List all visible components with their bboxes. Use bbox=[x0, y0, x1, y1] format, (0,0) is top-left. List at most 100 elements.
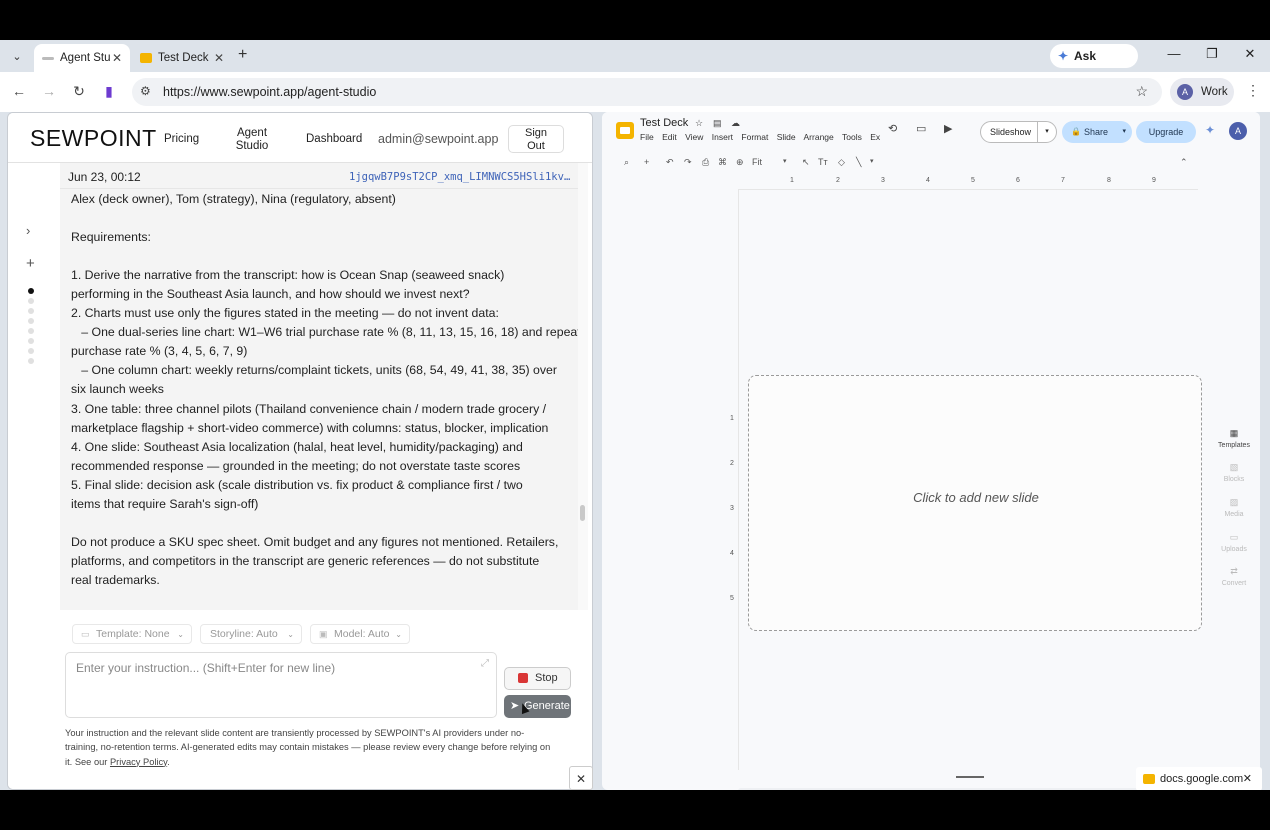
close-panel-icon[interactable]: ✕ bbox=[569, 766, 593, 790]
back-icon[interactable]: ← bbox=[10, 83, 28, 99]
menu-edit[interactable]: Edit bbox=[662, 132, 677, 142]
account-avatar[interactable]: A bbox=[1229, 122, 1247, 140]
menu-view[interactable]: View bbox=[685, 132, 703, 142]
nav-dot[interactable] bbox=[28, 338, 34, 344]
nav-dot[interactable] bbox=[28, 358, 34, 364]
close-tab-icon[interactable]: ✕ bbox=[112, 44, 122, 72]
tab-agent-studio[interactable]: Agent Stu ✕ bbox=[34, 44, 130, 72]
menu-file[interactable]: File bbox=[640, 132, 654, 142]
upgrade-button[interactable]: Upgrade bbox=[1136, 121, 1196, 143]
template-icon: ▭ bbox=[81, 629, 90, 639]
collapse-toolbar-icon[interactable]: ⌃ bbox=[1180, 157, 1188, 168]
chat-scrollbar[interactable] bbox=[578, 163, 588, 610]
new-tab-icon[interactable]: + bbox=[238, 46, 247, 64]
gemini-spark-icon[interactable]: ✦ bbox=[1205, 123, 1215, 137]
site-popup[interactable]: docs.google.com ✕ bbox=[1136, 767, 1262, 790]
slides-logo-icon[interactable] bbox=[616, 122, 634, 139]
site-info-icon[interactable]: ⚙ bbox=[140, 84, 151, 98]
template-select[interactable]: ▭ Template: None ⌄ bbox=[72, 624, 192, 644]
generate-button[interactable]: ➤ Generate bbox=[504, 695, 571, 718]
menu-format[interactable]: Format bbox=[741, 132, 768, 142]
chevron-down-icon[interactable]: ▾ bbox=[1037, 122, 1056, 142]
minimize-icon[interactable]: — bbox=[1164, 46, 1184, 61]
expand-chevron-icon[interactable]: › bbox=[26, 223, 30, 238]
sign-out-button[interactable]: Sign Out bbox=[508, 125, 564, 153]
slides-toolbar: Test Deck ☆ ▤ ☁ File Edit View Insert Fo… bbox=[602, 112, 1260, 152]
sidebar-convert[interactable]: ⇄ Convert bbox=[1212, 566, 1256, 587]
storyline-select[interactable]: Storyline: Auto ⌄ bbox=[200, 624, 302, 644]
chevron-down-icon[interactable]: ▾ bbox=[1122, 121, 1126, 143]
search-icon[interactable]: ⌕ bbox=[624, 157, 629, 168]
history-icon[interactable]: ⟲ bbox=[888, 122, 897, 135]
close-window-icon[interactable]: ✕ bbox=[1240, 46, 1260, 62]
meet-icon[interactable]: ▶ bbox=[944, 122, 952, 135]
zoom-icon[interactable]: ⊕ bbox=[736, 157, 744, 168]
slides-favicon-icon bbox=[1143, 774, 1155, 784]
menu-extensions[interactable]: Ex bbox=[870, 132, 880, 142]
nav-agent-studio[interactable]: Agent Studio bbox=[232, 127, 272, 153]
expand-icon[interactable]: ⤢ bbox=[481, 658, 489, 669]
restore-icon[interactable]: ❐ bbox=[1202, 46, 1222, 62]
nav-dot[interactable] bbox=[28, 288, 34, 294]
url-text[interactable]: https://www.sewpoint.app/agent-studio bbox=[163, 85, 376, 99]
sidebar-media[interactable]: ▨ Media bbox=[1212, 497, 1256, 518]
line-icon[interactable]: ╲ bbox=[856, 157, 861, 168]
text-box-icon[interactable]: Tт bbox=[818, 157, 828, 167]
scrollbar-thumb[interactable] bbox=[580, 505, 585, 521]
nav-dot[interactable] bbox=[28, 298, 34, 304]
nav-dot[interactable] bbox=[28, 318, 34, 324]
slideshow-button[interactable]: Slideshow ▾ bbox=[980, 121, 1057, 143]
nav-pricing[interactable]: Pricing bbox=[164, 133, 199, 146]
instruction-input[interactable]: Enter your instruction... (Shift+Enter f… bbox=[65, 652, 497, 718]
menu-insert[interactable]: Insert bbox=[712, 132, 733, 142]
paint-format-icon[interactable]: ⌘ bbox=[718, 157, 727, 168]
close-tab-icon[interactable]: ✕ bbox=[214, 44, 224, 72]
shape-icon[interactable]: ◇ bbox=[838, 157, 845, 168]
comment-icon[interactable]: ▭ bbox=[916, 122, 926, 135]
stop-button[interactable]: Stop bbox=[504, 667, 571, 690]
zoom-select[interactable]: Fit bbox=[752, 157, 762, 167]
sidebar-label: Blocks bbox=[1223, 476, 1245, 483]
nav-dot[interactable] bbox=[28, 308, 34, 314]
nav-dot[interactable] bbox=[28, 348, 34, 354]
message-meta: Jun 23, 00:12 1jgqwB7P9sT2CP_xmq_LIMNWCS… bbox=[60, 163, 582, 189]
bookmark-star-icon[interactable]: ☆ bbox=[1135, 83, 1148, 100]
menu-tools[interactable]: Tools bbox=[842, 132, 862, 142]
folder-icon[interactable]: ▤ bbox=[713, 118, 722, 129]
browser-menu-icon[interactable]: ⋮ bbox=[1246, 82, 1260, 99]
chevron-down-icon[interactable]: ▾ bbox=[783, 157, 787, 165]
select-icon[interactable]: ↖ bbox=[802, 157, 810, 168]
chevron-down-icon[interactable]: ▾ bbox=[870, 157, 874, 165]
menu-arrange[interactable]: Arrange bbox=[804, 132, 834, 142]
share-button[interactable]: 🔒 Share ▾ bbox=[1062, 121, 1132, 143]
new-slide-icon[interactable]: + bbox=[644, 157, 649, 167]
print-icon[interactable]: ⎙ bbox=[702, 157, 709, 168]
nav-dashboard[interactable]: Dashboard bbox=[306, 133, 362, 146]
sidebar-blocks[interactable]: ▧ Blocks bbox=[1212, 462, 1256, 483]
star-icon[interactable]: ☆ bbox=[695, 118, 703, 129]
tab-search-icon[interactable]: ⌄ bbox=[8, 48, 26, 66]
ask-gemini-button[interactable]: ✦ Ask Gemini bbox=[1050, 44, 1138, 87]
horizontal-scrollbar[interactable] bbox=[738, 788, 1198, 790]
close-popup-icon[interactable]: ✕ bbox=[1243, 767, 1252, 790]
address-bar[interactable]: ⚙ https://www.sewpoint.app/agent-studio … bbox=[132, 78, 1162, 106]
menu-slide[interactable]: Slide bbox=[777, 132, 796, 142]
sidebar-uploads[interactable]: ▭ Uploads bbox=[1212, 532, 1256, 553]
model-select[interactable]: ▣ Model: Auto ⌄ bbox=[310, 624, 410, 644]
redo-icon[interactable]: ↷ bbox=[684, 157, 692, 168]
extension-icon[interactable]: ▮ bbox=[100, 83, 118, 100]
sidebar-templates[interactable]: ▦ Templates bbox=[1212, 428, 1256, 449]
add-slide-placeholder[interactable]: Click to add new slide bbox=[748, 375, 1202, 631]
site-logo[interactable]: SEWPOINT bbox=[30, 125, 157, 152]
session-id-link[interactable]: 1jgqwB7P9sT2CP_xmq_LIMNWCS5HSli1kv6x0vi… bbox=[349, 171, 574, 183]
reload-icon[interactable]: ↻ bbox=[70, 83, 88, 100]
undo-icon[interactable]: ↶ bbox=[666, 157, 674, 168]
profile-button[interactable]: A Work bbox=[1170, 78, 1234, 106]
add-icon[interactable]: + bbox=[26, 255, 35, 272]
privacy-policy-link[interactable]: Privacy Policy bbox=[110, 757, 167, 767]
forward-icon[interactable]: → bbox=[40, 83, 58, 99]
document-title[interactable]: Test Deck bbox=[640, 117, 688, 129]
nav-dot[interactable] bbox=[28, 328, 34, 334]
ruler-tick: 3 bbox=[730, 505, 734, 512]
tab-test-deck[interactable]: Test Deck ✕ bbox=[132, 44, 232, 72]
